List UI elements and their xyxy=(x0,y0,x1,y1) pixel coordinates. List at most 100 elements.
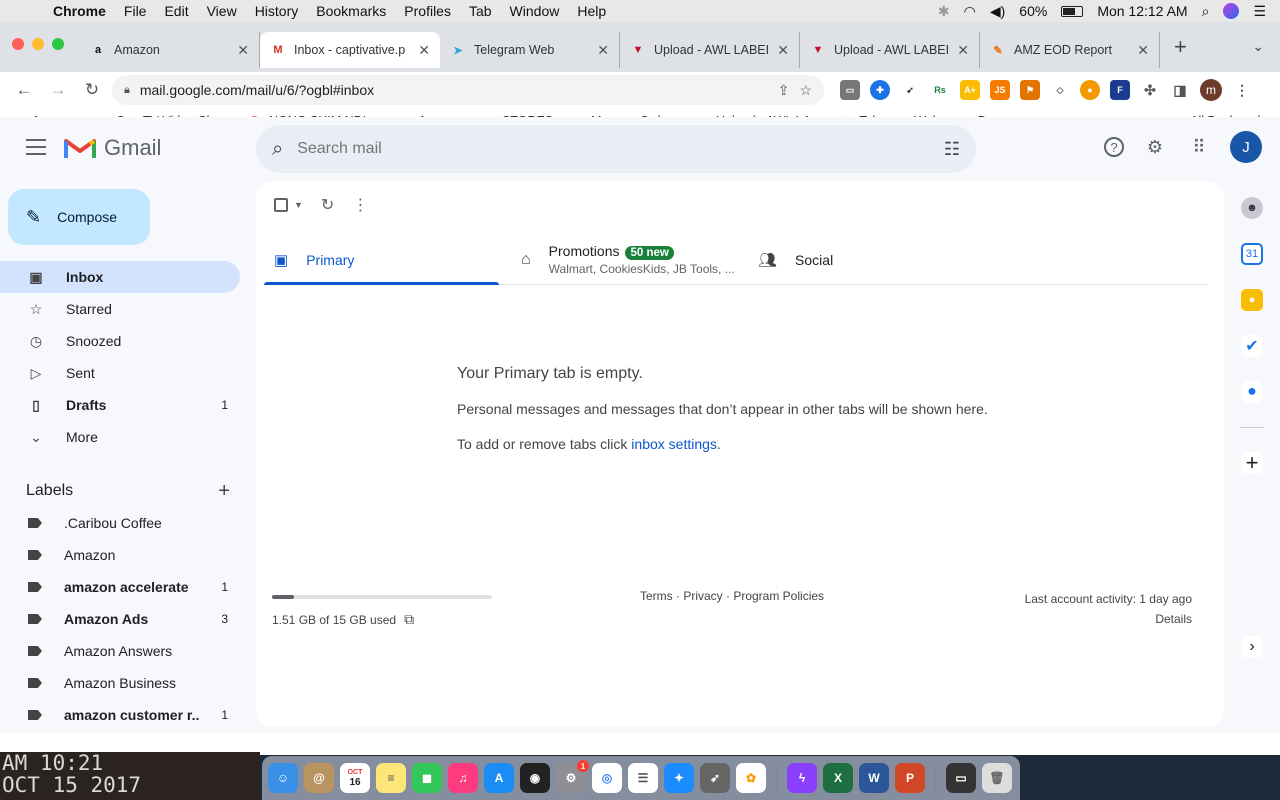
account-avatar[interactable]: J xyxy=(1230,131,1262,163)
contacts-icon[interactable]: ● xyxy=(1241,381,1263,403)
menubar-clock[interactable]: Mon 12:12 AM xyxy=(1097,3,1187,19)
calendar-icon[interactable]: 31 xyxy=(1241,243,1263,265)
battery-icon[interactable] xyxy=(1061,5,1084,17)
menu-bookmarks[interactable]: Bookmarks xyxy=(307,3,395,19)
apps-grid-icon[interactable]: ⠿ xyxy=(1186,134,1212,160)
wifi-icon[interactable]: ◠ xyxy=(964,3,976,20)
menu-help[interactable]: Help xyxy=(568,3,615,19)
browser-tab[interactable]: ✎ AMZ EOD Report ✕ xyxy=(980,32,1160,68)
bluetooth-icon[interactable]: ✱ xyxy=(938,3,950,20)
siri-icon[interactable] xyxy=(1223,3,1240,19)
label-item[interactable]: Amazon Answers xyxy=(0,635,240,667)
powerpoint-icon[interactable]: P xyxy=(895,763,925,793)
messenger-icon[interactable]: ϟ xyxy=(787,763,817,793)
compose-button[interactable]: ✎ Compose xyxy=(8,189,150,245)
addon-ghost-icon[interactable]: ☻ xyxy=(1241,197,1263,219)
app-store-icon[interactable]: A xyxy=(484,763,514,793)
control-center-icon[interactable]: ☰ xyxy=(1253,3,1266,20)
close-tab-icon[interactable]: ✕ xyxy=(418,42,430,59)
tab-primary[interactable]: ▣ Primary xyxy=(264,235,499,285)
screenshot-thumbnail[interactable]: ▭ xyxy=(946,763,976,793)
extension-f-icon[interactable]: F xyxy=(1110,80,1130,100)
get-addons-icon[interactable]: + xyxy=(1241,450,1263,475)
contacts-app-icon[interactable]: @ xyxy=(304,763,334,793)
menu-window[interactable]: Window xyxy=(501,3,569,19)
profile-avatar[interactable]: m xyxy=(1200,79,1222,101)
sidebar-item-starred[interactable]: ☆ Starred xyxy=(0,293,240,325)
select-checkbox[interactable] xyxy=(274,198,288,212)
bookmark-star-icon[interactable]: ☆ xyxy=(799,82,812,99)
forward-button[interactable]: → xyxy=(44,80,72,100)
sidebar-item-inbox[interactable]: ▣ Inbox xyxy=(0,261,240,293)
extension-cube-icon[interactable]: ◇ xyxy=(1050,80,1070,100)
side-panel-icon[interactable]: ◨ xyxy=(1170,80,1190,100)
chrome-dock-icon[interactable]: ◎ xyxy=(592,763,622,793)
browser-tab[interactable]: ▼ Upload - AWL LABEI ✕ xyxy=(620,32,800,68)
search-options-icon[interactable]: ☷ xyxy=(944,139,960,160)
reload-button[interactable]: ↻ xyxy=(78,80,106,100)
reminders-icon[interactable]: ☰ xyxy=(628,763,658,793)
siri-dock-icon[interactable]: ◉ xyxy=(520,763,550,793)
excel-icon[interactable]: X xyxy=(823,763,853,793)
extensions-puzzle-icon[interactable]: ✣ xyxy=(1140,80,1160,100)
inbox-settings-link[interactable]: inbox settings xyxy=(631,436,717,452)
menu-view[interactable]: View xyxy=(198,3,246,19)
close-tab-icon[interactable]: ✕ xyxy=(777,42,789,59)
label-item[interactable]: amazon customer r... 1 xyxy=(0,699,240,731)
music-icon[interactable]: ♫ xyxy=(448,763,478,793)
label-item[interactable]: amazon accelerate 1 xyxy=(0,571,240,603)
address-bar[interactable]: 🔒︎ mail.google.com/mail/u/6/?ogbl#inbox … xyxy=(112,75,824,105)
help-icon[interactable]: ? xyxy=(1104,137,1124,157)
browser-tab[interactable]: ➤ Telegram Web ✕ xyxy=(440,32,620,68)
close-window-button[interactable] xyxy=(12,38,24,50)
label-item[interactable]: Amazon Business xyxy=(0,667,240,699)
sidebar-item-more[interactable]: ⌄ More xyxy=(0,421,240,453)
browser-tab[interactable]: M Inbox - captivative.p ✕ xyxy=(260,32,440,68)
photos-icon[interactable]: ✿ xyxy=(736,763,766,793)
menu-tab[interactable]: Tab xyxy=(460,3,501,19)
zoom-window-button[interactable] xyxy=(52,38,64,50)
browser-tab[interactable]: ▼ Upload - AWL LABEI ✕ xyxy=(800,32,980,68)
volume-icon[interactable]: ◀) xyxy=(990,3,1005,20)
add-label-icon[interactable]: + xyxy=(218,480,230,503)
browser-tab[interactable]: a Amazon ✕ xyxy=(80,32,260,68)
share-icon[interactable]: ⇪ xyxy=(778,82,790,99)
menu-app-name[interactable]: Chrome xyxy=(44,3,115,19)
system-preferences-icon[interactable]: ⚙ 1 xyxy=(556,760,589,793)
lock-icon[interactable]: 🔒︎ xyxy=(124,84,130,97)
chrome-menu-icon[interactable]: ⋮ xyxy=(1232,80,1252,100)
word-icon[interactable]: W xyxy=(859,763,889,793)
extension-rs-icon[interactable]: Rs xyxy=(930,80,950,100)
sidebar-item-snoozed[interactable]: ◷ Snoozed xyxy=(0,325,240,357)
back-button[interactable]: ← xyxy=(10,80,38,100)
launchpad-icon[interactable]: ➶ xyxy=(700,763,730,793)
extension-cursor-icon[interactable]: ➶ xyxy=(900,80,920,100)
minimize-window-button[interactable] xyxy=(32,38,44,50)
extension-off-icon[interactable]: ▭ xyxy=(840,80,860,100)
search-input[interactable] xyxy=(297,140,930,158)
close-tab-icon[interactable]: ✕ xyxy=(237,42,249,59)
open-storage-icon[interactable]: ⧉ xyxy=(404,611,414,628)
expand-panel-icon[interactable]: › xyxy=(1241,636,1263,658)
gmail-logo[interactable]: Gmail xyxy=(64,135,161,161)
close-tab-icon[interactable]: ✕ xyxy=(597,42,609,59)
tab-promotions[interactable]: ⌂ Promotions 50 new Walmart, CookiesKids,… xyxy=(499,235,735,284)
menu-edit[interactable]: Edit xyxy=(155,3,197,19)
tab-search-icon[interactable]: ⌄ xyxy=(1252,38,1264,55)
more-options-icon[interactable]: ⋮ xyxy=(352,195,368,215)
sidebar-item-sent[interactable]: ▷ Sent xyxy=(0,357,240,389)
label-item[interactable]: .Caribou Coffee xyxy=(0,507,240,539)
tab-social[interactable]: 👥︎ Social xyxy=(734,235,969,284)
new-tab-button[interactable]: + xyxy=(1160,34,1201,60)
extension-js-icon[interactable]: JS xyxy=(990,80,1010,100)
trash-icon[interactable]: 🗑︎ xyxy=(982,763,1012,793)
safari-icon[interactable]: ✦ xyxy=(664,763,694,793)
close-tab-icon[interactable]: ✕ xyxy=(1137,42,1149,59)
extension-a-plus-icon[interactable]: A+ xyxy=(960,80,980,100)
finder-icon[interactable]: ☺ xyxy=(268,763,298,793)
keep-icon[interactable]: ● xyxy=(1241,289,1263,311)
address-url[interactable]: mail.google.com/mail/u/6/?ogbl#inbox xyxy=(140,82,768,98)
select-all[interactable]: ▼ xyxy=(274,198,303,212)
details-link[interactable]: Details xyxy=(1025,609,1192,629)
label-item[interactable]: Amazon Ads 3 xyxy=(0,603,240,635)
